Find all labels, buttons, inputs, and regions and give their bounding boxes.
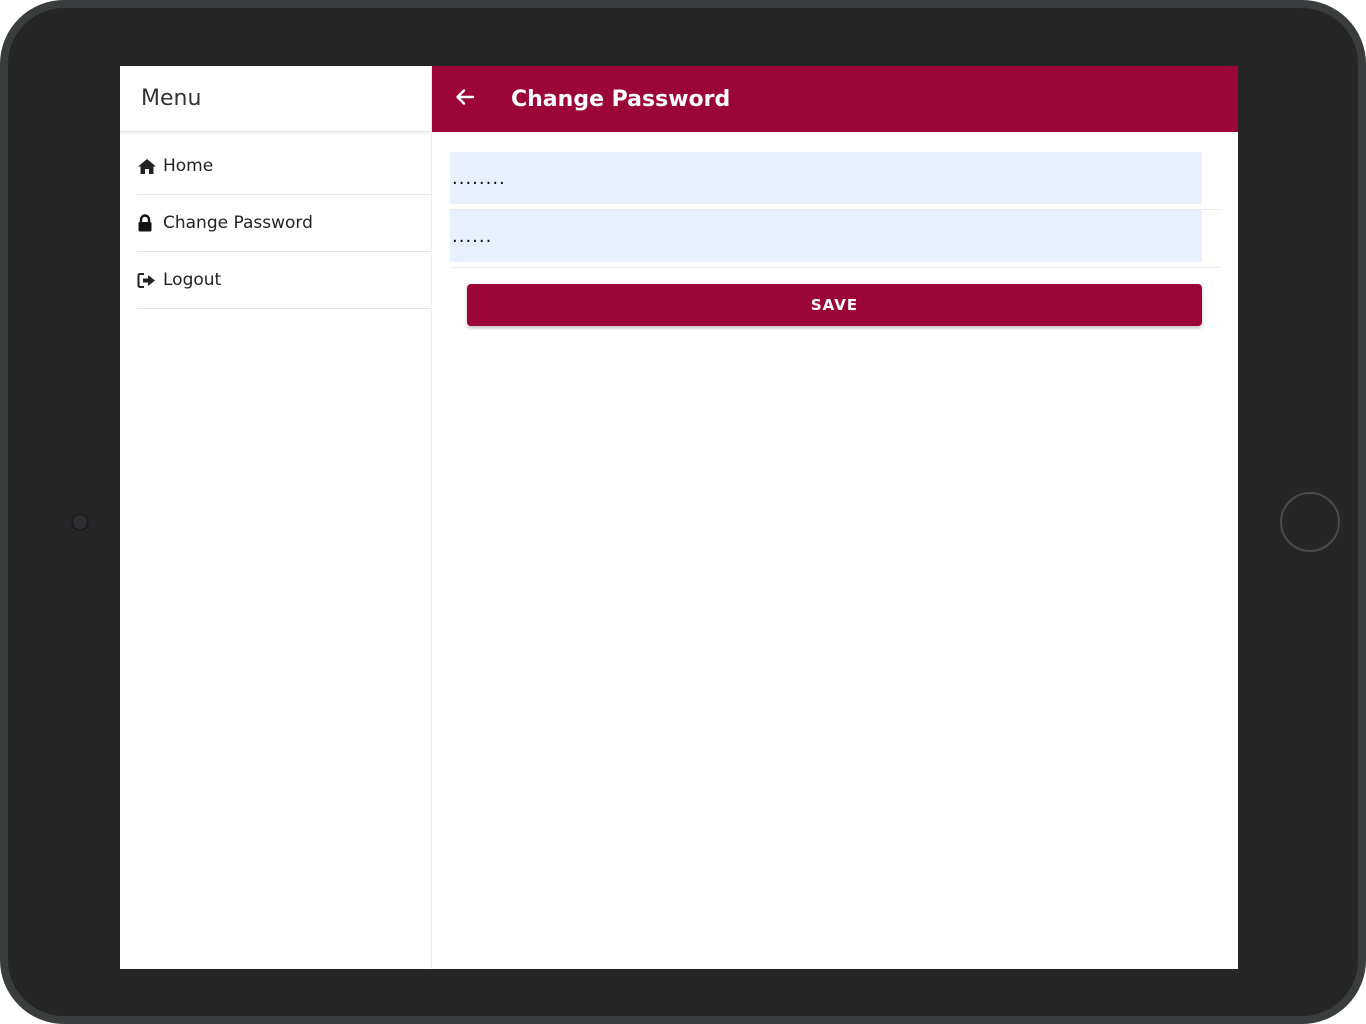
new-password-row [450, 210, 1220, 268]
current-password-field[interactable] [450, 152, 1202, 204]
home-button [1280, 492, 1340, 552]
camera-icon [71, 513, 89, 531]
new-password-field[interactable] [450, 210, 1202, 262]
page-title: Change Password [511, 86, 731, 112]
sidebar-item-label: Change Password [163, 213, 313, 233]
arrow-left-icon [455, 87, 475, 111]
logout-icon [137, 271, 157, 289]
current-password-row [450, 152, 1220, 210]
app-header: Change Password [432, 66, 1238, 132]
app-screen: Menu Home Change Password Logout Change … [120, 66, 1238, 969]
back-button[interactable] [450, 84, 480, 114]
menu-title: Menu [120, 66, 431, 132]
sidebar-menu: Menu Home Change Password Logout [120, 66, 432, 969]
sidebar-item-logout[interactable]: Logout [137, 252, 431, 309]
sidebar-item-label: Home [163, 156, 214, 176]
lock-icon [137, 214, 157, 232]
change-password-form: SAVE [450, 152, 1220, 326]
sidebar-item-change-password[interactable]: Change Password [137, 195, 431, 252]
sidebar-item-home[interactable]: Home [137, 138, 431, 195]
sidebar-item-label: Logout [163, 270, 222, 290]
menu-list: Home Change Password Logout [137, 138, 431, 309]
save-button[interactable]: SAVE [467, 284, 1202, 326]
home-icon [137, 157, 157, 175]
